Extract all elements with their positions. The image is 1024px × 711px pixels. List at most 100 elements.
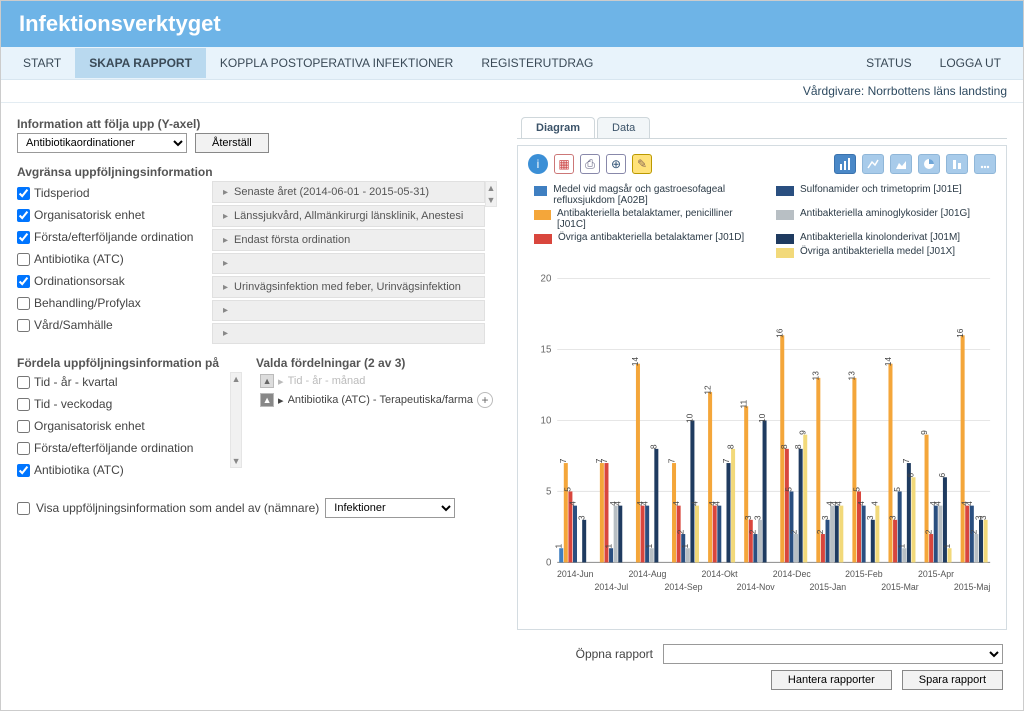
zoom-icon[interactable]: ⊕ (606, 154, 626, 174)
menu-koppla[interactable]: KOPPLA POSTOPERATIVA INFEKTIONER (206, 48, 467, 78)
filter-check-3[interactable]: Antibiotika (ATC) (17, 249, 212, 269)
svg-text:4: 4 (614, 501, 623, 506)
svg-text:10: 10 (758, 413, 767, 423)
menu-logout[interactable]: LOGGA UT (926, 48, 1015, 78)
svg-text:14: 14 (884, 356, 893, 366)
chart-bar-icon[interactable] (834, 154, 856, 174)
filter-check-1[interactable]: Organisatorisk enhet (17, 205, 212, 225)
chart-area-icon[interactable] (890, 154, 912, 174)
filter-check-5[interactable]: Behandling/Profylax (17, 293, 212, 313)
yaxis-select[interactable]: Antibiotikaordinationer (17, 133, 187, 153)
edit-icon[interactable]: ✎ (632, 154, 652, 174)
move-up-icon[interactable]: ▲ (260, 374, 274, 388)
filter-label: Behandling/Profylax (34, 296, 141, 310)
svg-text:4: 4 (641, 501, 650, 506)
add-icon[interactable]: + (477, 392, 493, 408)
filter-label: Organisatorisk enhet (34, 208, 145, 222)
svg-text:6: 6 (938, 472, 947, 477)
svg-text:2015-Mar: 2015-Mar (881, 581, 919, 591)
filter-accordion-item[interactable]: ▸Endast första ordination (212, 229, 485, 251)
fordela-check-0[interactable]: Tid - år - kvartal (17, 372, 226, 392)
filter-checkbox[interactable] (17, 253, 30, 266)
fordela-checkbox[interactable] (17, 376, 30, 389)
info-icon[interactable]: i (528, 154, 548, 174)
manage-reports-button[interactable]: Hantera rapporter (771, 670, 892, 690)
valda-row: ▲▸Tid - år - månad (256, 372, 497, 390)
filter-checkbox[interactable] (17, 319, 30, 332)
menu-skapa-rapport[interactable]: SKAPA RAPPORT (75, 48, 206, 78)
fordela-checkbox[interactable] (17, 442, 30, 455)
fordela-title: Fördela uppföljningsinformation på (17, 356, 242, 370)
svg-text:7: 7 (902, 458, 911, 463)
svg-text:3: 3 (866, 515, 875, 520)
fordela-checkbox[interactable] (17, 398, 30, 411)
filter-accordion-item[interactable]: ▸ (212, 300, 485, 321)
fordela-check-4[interactable]: Antibiotika (ATC) (17, 460, 226, 480)
menu-start[interactable]: START (9, 48, 75, 78)
svg-text:9: 9 (920, 430, 929, 435)
menu-status[interactable]: STATUS (852, 48, 926, 78)
filters-title: Avgränsa uppföljningsinformation (17, 165, 497, 179)
filter-check-2[interactable]: Första/efterföljande ordination (17, 227, 212, 247)
svg-text:16: 16 (776, 328, 785, 338)
filter-accordion-item[interactable]: ▸Urinvägsinfektion med feber, Urinvägsin… (212, 276, 485, 298)
scroll-up-icon[interactable]: ▲ (487, 182, 496, 194)
svg-text:1: 1 (681, 543, 690, 548)
filter-checkbox[interactable] (17, 275, 30, 288)
tab-diagram[interactable]: Diagram (521, 117, 595, 138)
scroll-up-icon[interactable]: ▲ (232, 373, 241, 385)
chevron-right-icon: ▸ (223, 328, 228, 339)
svg-text:2014-Jul: 2014-Jul (595, 581, 629, 591)
print-icon[interactable]: ⎙ (580, 154, 600, 174)
valda-text: Tid - år - månad (288, 375, 493, 387)
tab-data[interactable]: Data (597, 117, 650, 138)
andel-checkbox[interactable] (17, 502, 30, 515)
filters-scrollbar[interactable]: ▲ ▼ (485, 181, 497, 207)
move-up-icon[interactable]: ▲ (260, 393, 274, 407)
chart-pie-icon[interactable] (918, 154, 940, 174)
fordela-check-3[interactable]: Första/efterföljande ordination (17, 438, 226, 458)
filter-checkbox[interactable] (17, 187, 30, 200)
svg-text:1: 1 (898, 543, 907, 548)
scroll-down-icon[interactable]: ▼ (232, 455, 241, 467)
filter-label: Ordinationsorsak (34, 274, 125, 288)
filter-accordion-item[interactable]: ▸ (212, 323, 485, 344)
filter-check-6[interactable]: Vård/Samhälle (17, 315, 212, 335)
open-report-select[interactable] (663, 644, 1003, 664)
filter-check-0[interactable]: Tidsperiod (17, 183, 212, 203)
fordela-checkbox[interactable] (17, 464, 30, 477)
menu-registerutdrag[interactable]: REGISTERUTDRAG (467, 48, 607, 78)
fordela-scrollbar[interactable]: ▲ ▼ (230, 372, 242, 468)
svg-text:2: 2 (749, 529, 758, 534)
legend-label: Antibakteriella kinolonderivat [J01M] (800, 232, 960, 243)
export-ppt-icon[interactable]: ▦ (554, 154, 574, 174)
filter-checkbox[interactable] (17, 297, 30, 310)
svg-text:2: 2 (970, 529, 979, 534)
scroll-down-icon[interactable]: ▼ (487, 194, 496, 206)
filter-checkbox[interactable] (17, 231, 30, 244)
legend-item: Medel vid magsår och gastroesofageal ref… (534, 184, 752, 206)
filter-accordion-item[interactable]: ▸Senaste året (2014-06-01 - 2015-05-31) (212, 181, 485, 203)
svg-text:2: 2 (677, 529, 686, 534)
filter-checkbox[interactable] (17, 209, 30, 222)
svg-text:4: 4 (672, 501, 681, 506)
chart-more-icon[interactable] (974, 154, 996, 174)
filter-accordion-item[interactable]: ▸Länssjukvård, Allmänkirurgi länsklinik,… (212, 205, 485, 227)
filter-check-4[interactable]: Ordinationsorsak (17, 271, 212, 291)
svg-text:1: 1 (943, 543, 952, 548)
fordela-check-2[interactable]: Organisatorisk enhet (17, 416, 226, 436)
reset-button[interactable]: Återställ (195, 133, 269, 153)
chevron-right-icon: ▸ (223, 187, 228, 198)
legend-item (534, 246, 752, 258)
legend-swatch (776, 234, 794, 244)
chart-stacked-icon[interactable] (946, 154, 968, 174)
svg-text:14: 14 (632, 356, 641, 366)
open-report-label: Öppna rapport (576, 647, 653, 661)
andel-select[interactable]: Infektioner (325, 498, 455, 518)
fordela-checkbox[interactable] (17, 420, 30, 433)
filter-accordion-item[interactable]: ▸ (212, 253, 485, 274)
svg-text:4: 4 (569, 501, 578, 506)
fordela-check-1[interactable]: Tid - veckodag (17, 394, 226, 414)
save-report-button[interactable]: Spara rapport (902, 670, 1003, 690)
chart-line-icon[interactable] (862, 154, 884, 174)
